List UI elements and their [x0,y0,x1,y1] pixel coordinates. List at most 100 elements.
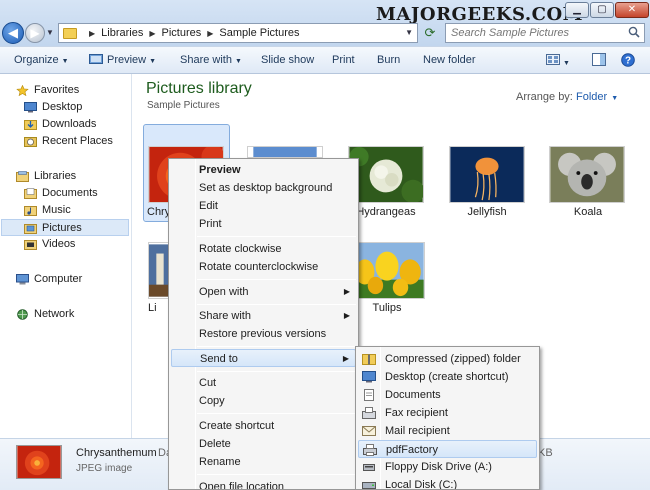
music-icon [24,206,37,216]
send-to-mail-recipient[interactable]: Mail recipient [358,422,537,440]
menu-item-send-to[interactable]: Send to ▶ [171,349,356,367]
arrange-by-label: Arrange by: [516,91,573,103]
organize-button[interactable]: Organize ▼ [14,54,69,66]
menu-item-share-with[interactable]: Share with ▶ [171,307,356,325]
back-button[interactable]: ◀ [2,22,24,44]
send-to-pdffactory[interactable]: pdfFactory [358,440,537,458]
nav-music[interactable]: Music [24,202,124,219]
nav-favorites[interactable]: Favorites [16,82,126,99]
navigation-pane: Favorites Desktop Downloads Recent Place… [0,74,132,438]
library-title: Pictures library [146,80,252,97]
preview-button[interactable]: Preview ▼ [89,54,156,66]
menu-item-open-with[interactable]: Open with ▶ [171,283,356,301]
zip-folder-icon [362,354,376,365]
menu-item-set-desktop-background[interactable]: Set as desktop background [171,179,356,197]
chevron-right-icon[interactable]: ▶ [89,29,95,38]
nav-documents[interactable]: Documents [24,185,124,202]
send-to-submenu: Compressed (zipped) folder Desktop (crea… [355,346,540,490]
preview-icon [89,54,103,64]
title-bar: MAJORGEEKS.COM ▁ ▢ ✕ ◀ ▶ ▼ ▶ Libraries ▶… [0,0,650,46]
address-bar[interactable]: ▶ Libraries ▶ Pictures ▶ Sample Pictures… [58,23,418,43]
menu-item-restore-previous-versions[interactable]: Restore previous versions [171,325,356,343]
menu-item-cut[interactable]: Cut [171,374,356,392]
send-to-local-disk[interactable]: Local Disk (C:) [358,476,537,489]
menu-item-print[interactable]: Print [171,215,356,233]
help-button[interactable]: ? [621,53,635,70]
search-input[interactable] [446,24,616,42]
chevron-down-icon: ▼ [61,58,69,65]
nav-computer[interactable]: Computer [16,271,126,288]
send-to-compressed-folder[interactable]: Compressed (zipped) folder [358,350,537,368]
downloads-folder-icon [24,120,37,130]
documents-icon [364,389,374,401]
koala-thumbnail[interactable] [549,146,625,203]
search-box[interactable] [445,23,645,43]
menu-item-preview[interactable]: Preview [171,161,356,179]
nav-recent-places[interactable]: Recent Places [24,133,124,150]
pictures-icon [24,224,37,234]
burn-button[interactable]: Burn [377,54,400,66]
menu-item-rotate-clockwise[interactable]: Rotate clockwise [171,240,356,258]
chevron-down-icon[interactable]: ▼ [405,28,413,37]
command-bar: Organize ▼ Preview ▼ Share with ▼ Slide sho… [0,46,650,74]
refresh-button[interactable]: ⟳ [421,24,439,42]
menu-item-copy[interactable]: Copy [171,392,356,410]
arrange-by-dropdown[interactable]: Folder ▼ [576,91,618,103]
chevron-right-icon[interactable]: ▶ [207,29,213,38]
nav-pictures[interactable]: Pictures [1,219,129,236]
hard-drive-icon [362,482,376,489]
send-to-desktop-shortcut[interactable]: Desktop (create shortcut) [358,368,537,386]
change-view-button[interactable]: ▼ [546,54,570,68]
menu-item-rotate-counterclockwise[interactable]: Rotate counterclockwise [171,258,356,276]
send-to-documents[interactable]: Documents [358,386,537,404]
nav-network[interactable]: Network [16,306,126,323]
file-label-koala: Koala [573,206,603,218]
menu-item-create-shortcut[interactable]: Create shortcut [171,417,356,435]
minimize-button[interactable]: ▁ [565,2,589,18]
nav-desktop[interactable]: Desktop [24,99,124,116]
print-button[interactable]: Print [332,54,355,66]
details-thumbnail [16,445,62,479]
nav-libraries[interactable]: Libraries [16,168,126,185]
maximize-button[interactable]: ▢ [590,2,614,18]
menu-item-delete[interactable]: Delete [171,435,356,453]
search-icon[interactable] [628,26,640,38]
chevron-right-icon[interactable]: ▶ [149,29,155,38]
menu-item-edit[interactable]: Edit [171,197,356,215]
desert-thumbnail[interactable] [247,146,323,158]
view-icon [546,54,560,65]
breadcrumb-sample-pictures[interactable]: Sample Pictures [219,27,299,39]
computer-icon [16,274,29,285]
breadcrumb-pictures[interactable]: Pictures [162,27,202,39]
slide-show-button[interactable]: Slide show [261,54,314,66]
desktop-icon [24,102,37,113]
menu-item-rename[interactable]: Rename [171,453,356,471]
close-button[interactable]: ✕ [615,2,649,18]
menu-item-open-file-location[interactable]: Open file location [171,478,356,489]
send-to-fax-recipient[interactable]: Fax recipient [358,404,537,422]
documents-icon [24,188,37,199]
chevron-down-icon: ▼ [611,95,619,102]
folder-icon [63,27,77,39]
tulips-thumbnail[interactable] [349,242,425,299]
recent-pages-dropdown[interactable]: ▼ [46,28,54,37]
send-to-floppy-disk[interactable]: Floppy Disk Drive (A:) [358,458,537,476]
help-icon: ? [621,53,635,67]
explorer-window: MAJORGEEKS.COM ▁ ▢ ✕ ◀ ▶ ▼ ▶ Libraries ▶… [0,0,650,490]
recent-places-icon [24,137,37,147]
share-with-button[interactable]: Share with ▼ [180,54,242,66]
forward-button[interactable]: ▶ [25,23,45,43]
breadcrumb-libraries[interactable]: Libraries [101,27,143,39]
submenu-arrow-icon: ▶ [342,354,349,363]
nav-videos[interactable]: Videos [24,236,124,253]
arrow-left-icon: ◀ [8,25,18,40]
nav-downloads[interactable]: Downloads [24,116,124,133]
preview-pane-button[interactable] [592,53,606,69]
menu-separator [197,474,356,475]
arrow-right-icon: ▶ [30,26,40,40]
fax-icon [362,407,376,419]
hydrangeas-thumbnail[interactable] [348,146,424,203]
chevron-down-icon: ▼ [149,58,157,65]
jellyfish-thumbnail[interactable] [449,146,525,203]
new-folder-button[interactable]: New folder [423,54,476,66]
